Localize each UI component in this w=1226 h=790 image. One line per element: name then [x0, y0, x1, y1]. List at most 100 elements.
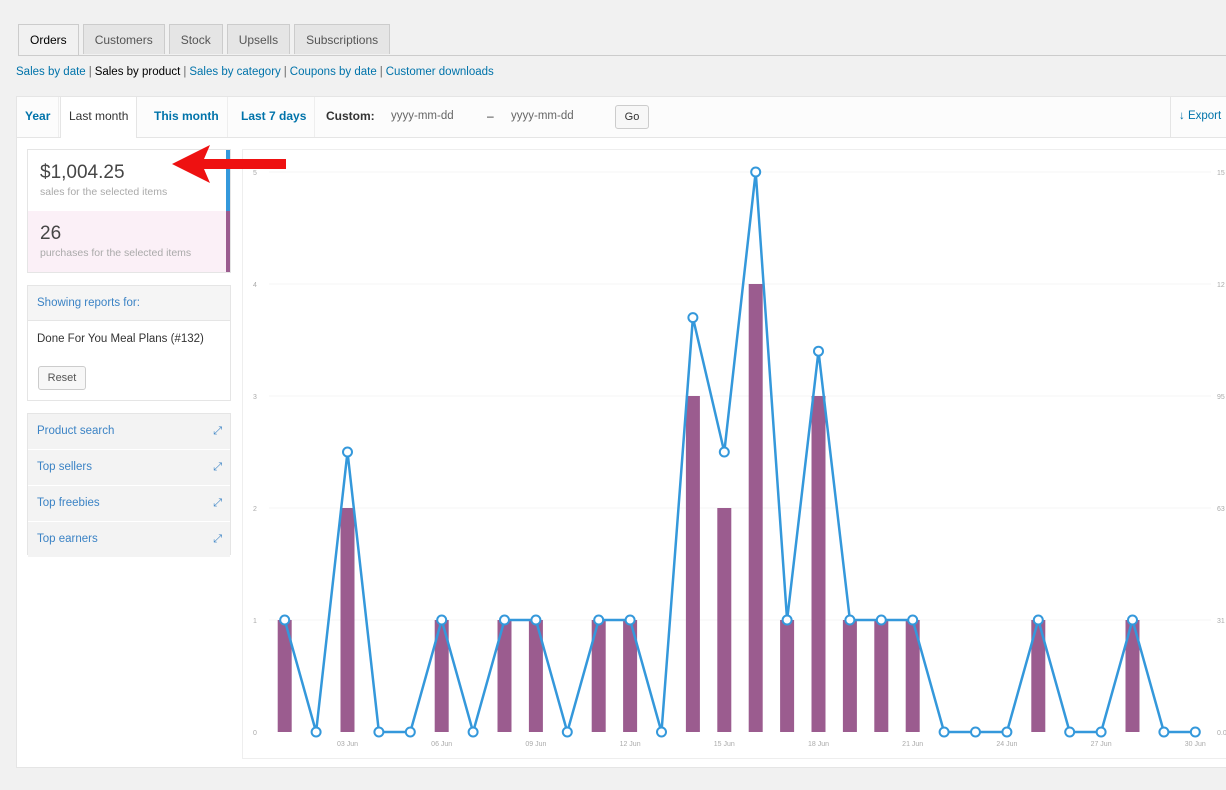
sales-point: [750, 166, 762, 178]
sales-point: [404, 726, 416, 738]
report-subnav: Sales by date | Sales by product | Sales by …: [16, 66, 494, 78]
purchases-bar: [811, 396, 826, 732]
product-filters: Product search ⤢ Top sellers ⤢ Top freebie…: [27, 413, 231, 558]
link-coupons-by-date[interactable]: Coupons by date: [290, 66, 377, 78]
sales-point: [342, 446, 353, 458]
x-tick-label: 30 Jun: [1185, 741, 1206, 748]
report-tabs: Orders Customers Stock Upsells Subscript…: [18, 24, 394, 56]
range-this-month[interactable]: This month: [146, 97, 228, 137]
x-tick-label: 12 Jun: [620, 741, 641, 748]
purchases-bar: [748, 284, 763, 732]
x-tick-label: 27 Jun: [1091, 741, 1112, 748]
accordion-product-search[interactable]: Product search ⤢: [28, 414, 230, 450]
subnav-separator: |: [379, 66, 383, 78]
range-last-7-days[interactable]: Last 7 days: [233, 97, 316, 137]
link-sales-by-product[interactable]: Sales by product: [95, 66, 181, 78]
sales-label: sales for the selected items: [40, 186, 168, 198]
subnav-separator: |: [183, 66, 187, 78]
sales-point: [467, 726, 479, 738]
subnav-separator: |: [283, 66, 287, 78]
x-tick-label: 09 Jun: [525, 741, 546, 748]
purchases-bar: [340, 508, 355, 732]
export-csv-button[interactable]: ↓ Export: [1170, 97, 1226, 137]
sales-point: [813, 345, 824, 357]
sales-point: [1001, 726, 1013, 738]
go-button[interactable]: Go: [615, 105, 649, 129]
y-tick-label-left: 0: [253, 730, 257, 737]
x-tick-label: 21 Jun: [902, 741, 923, 748]
sales-point: [687, 312, 699, 324]
selected-product: Done For You Meal Plans (#132): [37, 333, 204, 345]
sales-point: [561, 726, 573, 738]
download-icon: ↓: [1179, 110, 1185, 122]
sales-point: [279, 614, 291, 626]
x-tick-label: 15 Jun: [714, 741, 735, 748]
tab-subscriptions[interactable]: Subscriptions: [294, 24, 391, 54]
chart-svg: 00.0013126339541251503 Jun06 Jun09 Jun12…: [253, 166, 1226, 748]
y-tick-label-right: 63: [1217, 506, 1225, 513]
tab-customers[interactable]: Customers: [82, 24, 165, 54]
tab-orders[interactable]: Orders: [18, 24, 79, 56]
red-arrow-annotation: [172, 145, 286, 183]
purchases-bar: [874, 620, 889, 732]
sales-point: [1032, 614, 1044, 626]
sales-point: [875, 614, 887, 626]
accordion-top-sellers[interactable]: Top sellers ⤢: [28, 450, 230, 486]
sales-point: [938, 726, 950, 738]
y-tick-label-right: 31: [1217, 618, 1225, 625]
sales-point: [781, 614, 793, 626]
tab-stock[interactable]: Stock: [168, 24, 223, 54]
y-tick-label-left: 3: [253, 394, 257, 401]
sales-point: [436, 614, 448, 626]
link-customer-downloads[interactable]: Customer downloads: [386, 66, 494, 78]
y-tick-label-left: 2: [253, 506, 257, 513]
y-tick-label-right: 12: [1217, 282, 1225, 289]
sales-point: [1127, 614, 1138, 626]
purchases-bar: [685, 396, 700, 732]
purchases-bar: [780, 620, 795, 732]
subnav-separator: |: [88, 66, 92, 78]
link-sales-by-category[interactable]: Sales by category: [189, 66, 280, 78]
x-tick-label: 06 Jun: [431, 741, 452, 748]
accordion-top-freebies[interactable]: Top freebies ⤢: [28, 486, 230, 522]
accordion-label: Top earners: [37, 533, 98, 545]
sales-point: [530, 614, 542, 626]
sales-point: [373, 726, 385, 738]
expand-icon: ⤢: [213, 497, 222, 509]
expand-icon: ⤢: [213, 533, 222, 545]
tab-upsells[interactable]: Upsells: [226, 24, 291, 54]
y-tick-label-left: 1: [253, 618, 257, 625]
purchases-bar: [842, 620, 857, 732]
report-card: Year Last month This month Last 7 days C…: [16, 96, 1226, 768]
accordion-label: Top sellers: [37, 461, 92, 473]
showing-reports-header: Showing reports for:: [28, 286, 230, 321]
range-year[interactable]: Year: [17, 97, 60, 137]
x-tick-label: 24 Jun: [996, 741, 1017, 748]
legend-purchases[interactable]: 26 purchases for the selected items: [28, 211, 230, 272]
sales-chart: 00.0013126339541251503 Jun06 Jun09 Jun12…: [242, 149, 1226, 759]
y-tick-label-right: 15: [1217, 170, 1225, 177]
accordion-top-earners[interactable]: Top earners ⤢: [28, 522, 230, 558]
sales-point: [593, 614, 605, 626]
reset-button[interactable]: Reset: [38, 366, 86, 390]
range-last-month[interactable]: Last month: [60, 97, 138, 138]
date-from-input[interactable]: yyyy-mm-dd: [391, 97, 454, 135]
sales-line: [283, 171, 1196, 737]
sales-point: [1189, 726, 1201, 738]
expand-icon: ⤢: [213, 461, 222, 473]
export-label: Export: [1187, 110, 1222, 122]
y-tick-label-right: 95: [1217, 394, 1225, 401]
tab-divider: [18, 55, 1226, 56]
sales-point: [656, 726, 667, 738]
sales-point: [970, 726, 981, 738]
accordion-label: Top freebies: [37, 497, 100, 509]
date-to-input[interactable]: yyyy-mm-dd: [511, 97, 574, 135]
sales-point: [907, 614, 919, 626]
y-tick-label-left: 4: [253, 282, 257, 289]
link-sales-by-date[interactable]: Sales by date: [16, 66, 86, 78]
purchases-label: purchases for the selected items: [40, 247, 192, 259]
accordion-label: Product search: [37, 425, 115, 437]
showing-reports-box: Showing reports for: Done For You Meal P…: [27, 285, 231, 401]
purchases-count: 26: [40, 223, 62, 244]
sales-point: [499, 614, 510, 626]
